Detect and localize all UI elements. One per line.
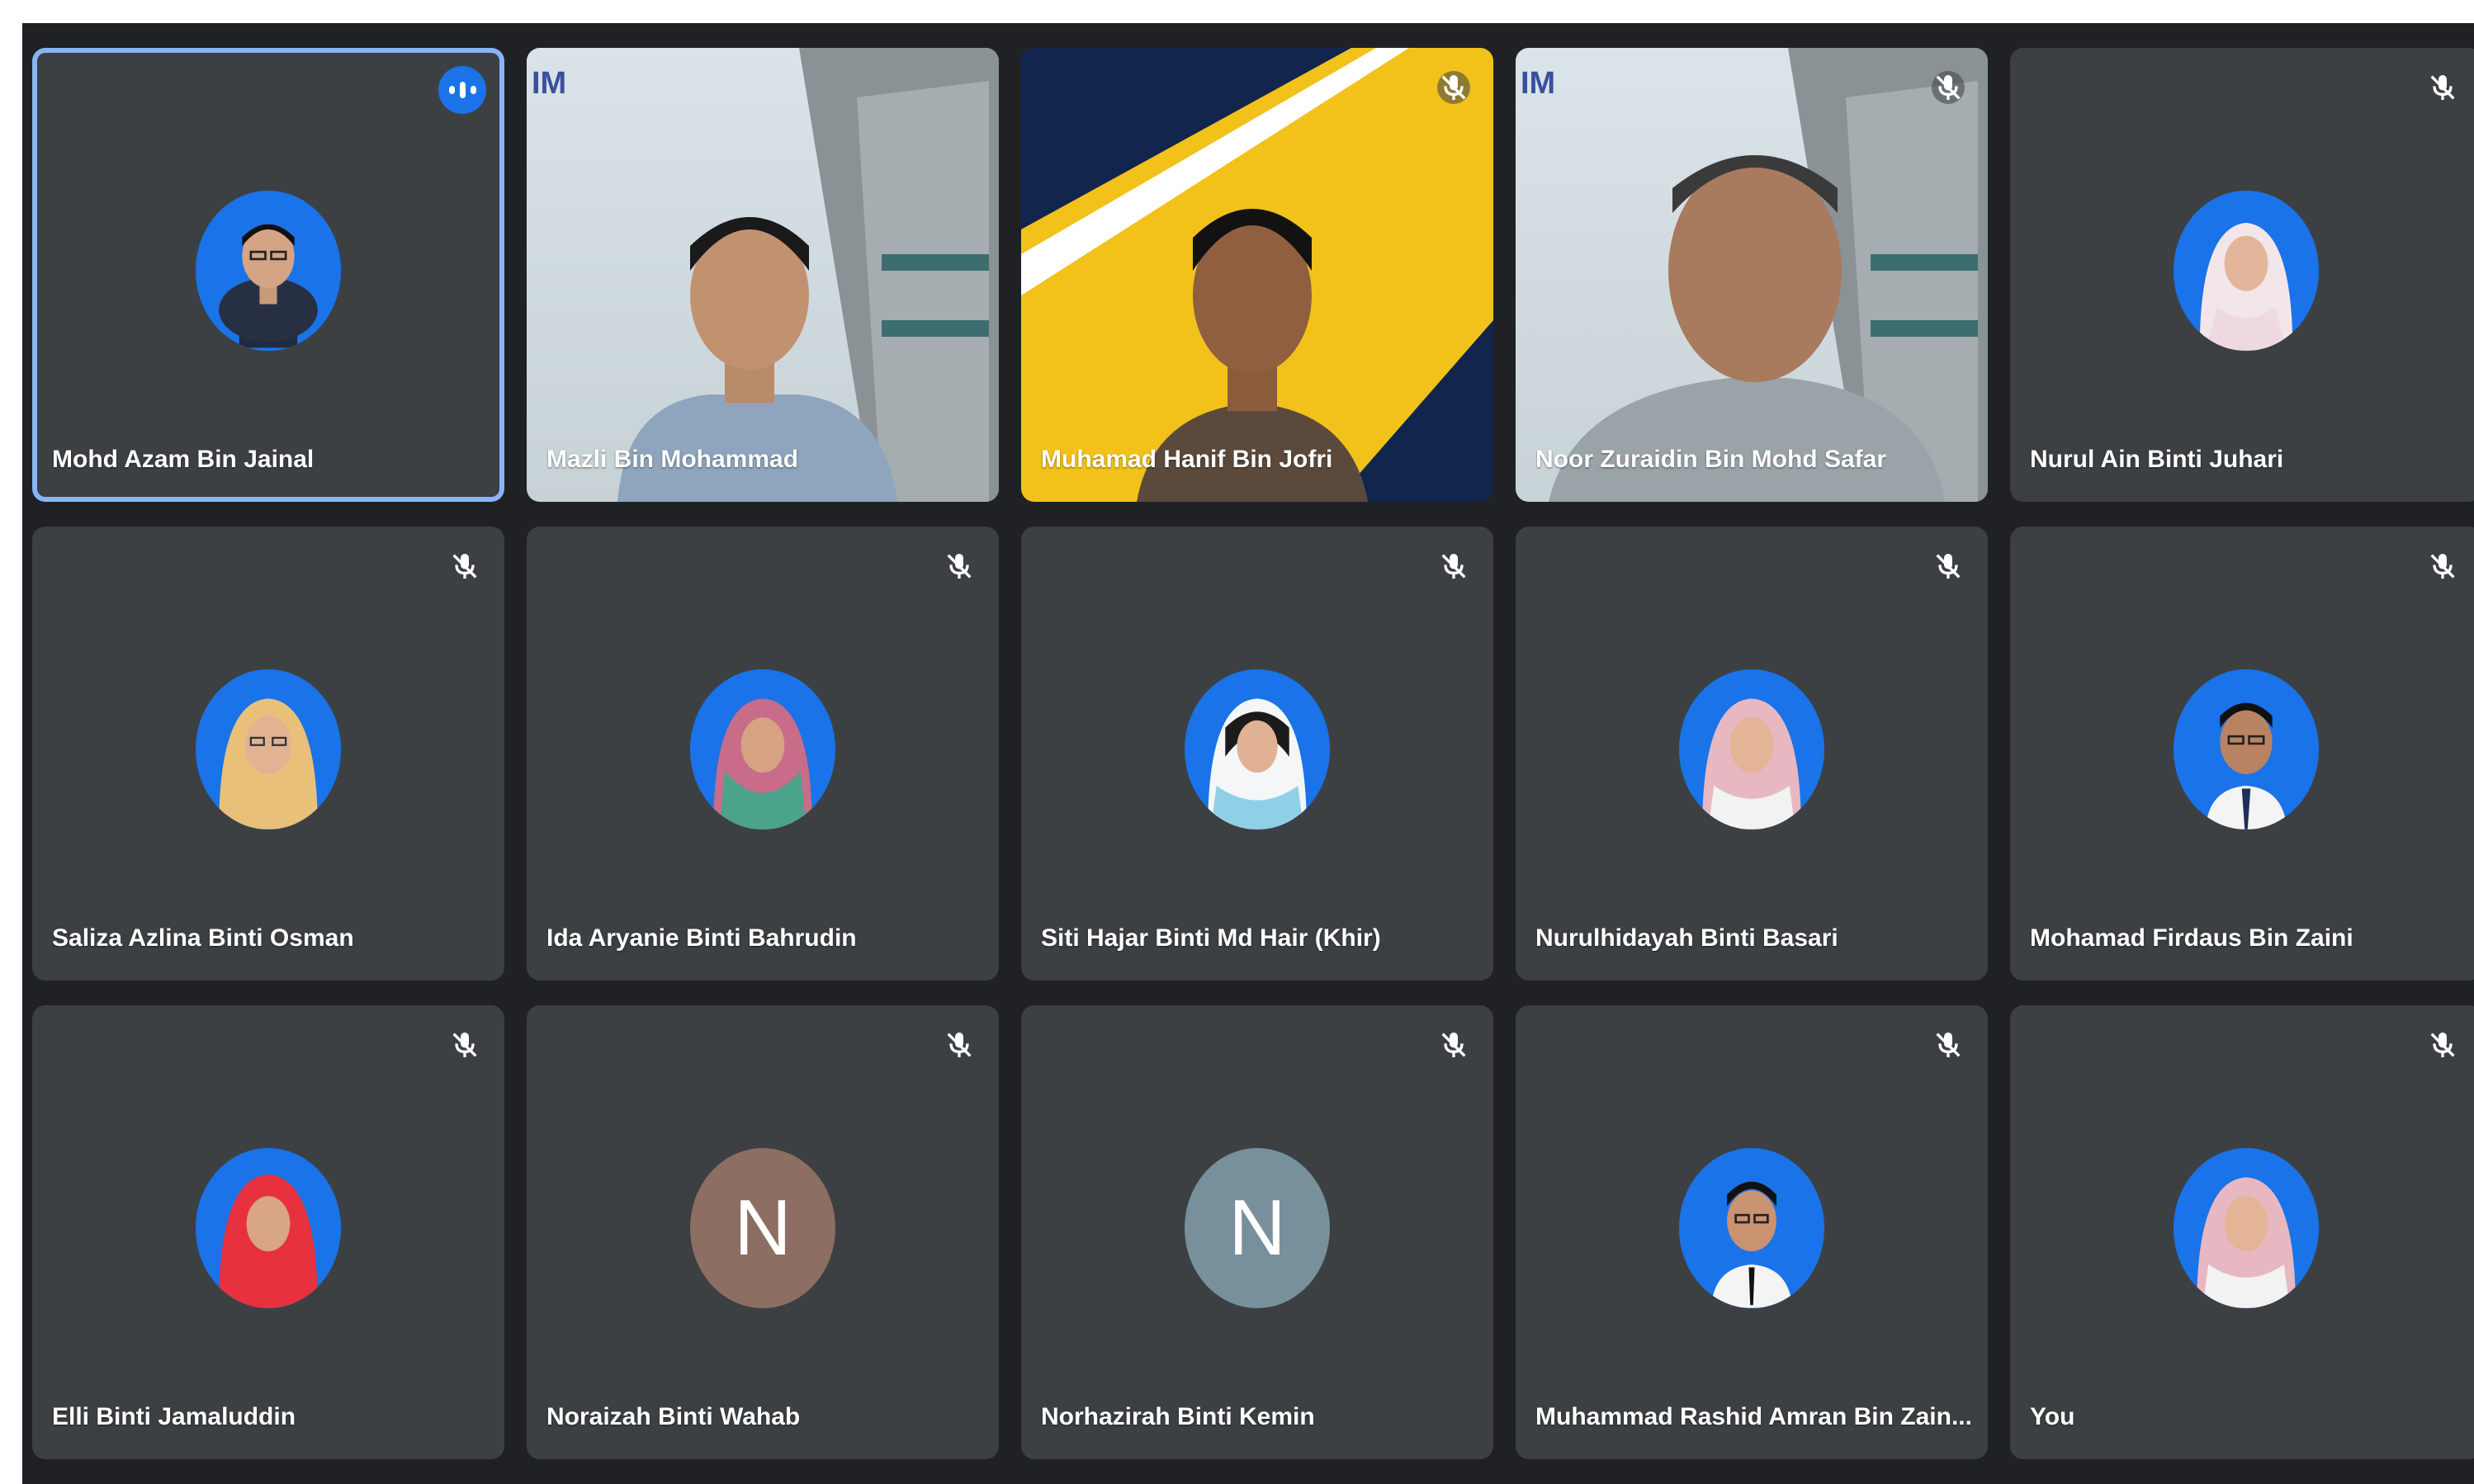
participant-name: Mohamad Firdaus Bin Zaini	[2030, 924, 2353, 952]
participant-tile[interactable]: Muhamad Hanif Bin Jofri	[1021, 48, 1493, 502]
participant-tile[interactable]: Nurulhidayah Binti Basari	[1516, 527, 1988, 981]
participant-name: Siti Hajar Binti Md Hair (Khir)	[1041, 924, 1381, 952]
avatar	[2174, 1148, 2319, 1308]
participant-tile[interactable]: IM Mazli Bin Mohammad	[527, 48, 999, 502]
mic-off-icon	[1932, 550, 1965, 583]
participant-tile[interactable]: Mohd Azam Bin Jainal	[32, 48, 504, 502]
video-feed: IM	[527, 48, 999, 502]
participant-tile[interactable]: IM Noor Zuraidin Bin Mohd Safar	[1516, 48, 1988, 502]
participant-name: Saliza Azlina Binti Osman	[52, 924, 354, 952]
mic-off-icon	[448, 1028, 481, 1061]
avatar	[2174, 669, 2319, 829]
avatar	[1185, 669, 1330, 829]
participant-name: You	[2030, 1403, 2075, 1430]
mic-off-icon	[2426, 71, 2459, 104]
mic-off-icon	[1932, 1028, 1965, 1061]
participant-tile[interactable]: Ida Aryanie Binti Bahrudin	[527, 527, 999, 981]
mic-off-icon	[1437, 71, 1470, 104]
participant-name: Norhazirah Binti Kemin	[1041, 1403, 1315, 1430]
participant-tile[interactable]: You	[2010, 1005, 2474, 1459]
participant-tile[interactable]: Muhammad Rashid Amran Bin Zain...	[1516, 1005, 1988, 1459]
participant-name: Noor Zuraidin Bin Mohd Safar	[1535, 446, 1886, 473]
mic-off-icon	[1437, 550, 1470, 583]
mic-off-icon	[448, 550, 481, 583]
mic-off-icon	[2426, 1028, 2459, 1061]
audio-level-icon	[438, 66, 486, 114]
participant-name: Nurulhidayah Binti Basari	[1535, 924, 1838, 952]
participant-tile[interactable]: Siti Hajar Binti Md Hair (Khir)	[1021, 527, 1493, 981]
participant-name: Muhamad Hanif Bin Jofri	[1041, 446, 1333, 473]
avatar	[196, 1148, 341, 1308]
initial-avatar: N	[1185, 1148, 1330, 1308]
participant-tile[interactable]: N Noraizah Binti Wahab	[527, 1005, 999, 1459]
avatar	[1679, 1148, 1824, 1308]
participant-name: Mazli Bin Mohammad	[546, 446, 799, 473]
mic-off-icon	[1437, 1028, 1470, 1061]
logo: IM	[532, 66, 567, 101]
avatar	[1679, 669, 1824, 829]
avatar	[2174, 191, 2319, 351]
participant-name: Noraizah Binti Wahab	[546, 1403, 801, 1430]
initial-avatar: N	[690, 1148, 835, 1308]
participant-name: Ida Aryanie Binti Bahrudin	[546, 924, 857, 952]
avatar	[196, 191, 341, 351]
participant-tile[interactable]: Nurul Ain Binti Juhari	[2010, 48, 2474, 502]
mic-off-icon	[1932, 71, 1965, 104]
avatar	[690, 669, 835, 829]
participant-tile[interactable]: Mohamad Firdaus Bin Zaini	[2010, 527, 2474, 981]
logo: IM	[1521, 66, 1556, 101]
video-feed	[1021, 48, 1493, 502]
participant-name: Mohd Azam Bin Jainal	[52, 446, 315, 473]
avatar	[196, 669, 341, 829]
mic-off-icon	[943, 1028, 976, 1061]
video-feed: IM	[1516, 48, 1988, 502]
participant-name: Nurul Ain Binti Juhari	[2030, 446, 2284, 473]
meeting-stage: Mohd Azam Bin Jainal IM Mazli Bin Mohamm…	[22, 23, 2474, 1484]
participant-tile[interactable]: N Norhazirah Binti Kemin	[1021, 1005, 1493, 1459]
participant-grid: Mohd Azam Bin Jainal IM Mazli Bin Mohamm…	[32, 48, 2474, 1459]
participant-name: Elli Binti Jamaluddin	[52, 1403, 296, 1430]
participant-tile[interactable]: Saliza Azlina Binti Osman	[32, 527, 504, 981]
mic-off-icon	[2426, 550, 2459, 583]
mic-off-icon	[943, 550, 976, 583]
participant-name: Muhammad Rashid Amran Bin Zain...	[1535, 1403, 1972, 1430]
participant-tile[interactable]: Elli Binti Jamaluddin	[32, 1005, 504, 1459]
